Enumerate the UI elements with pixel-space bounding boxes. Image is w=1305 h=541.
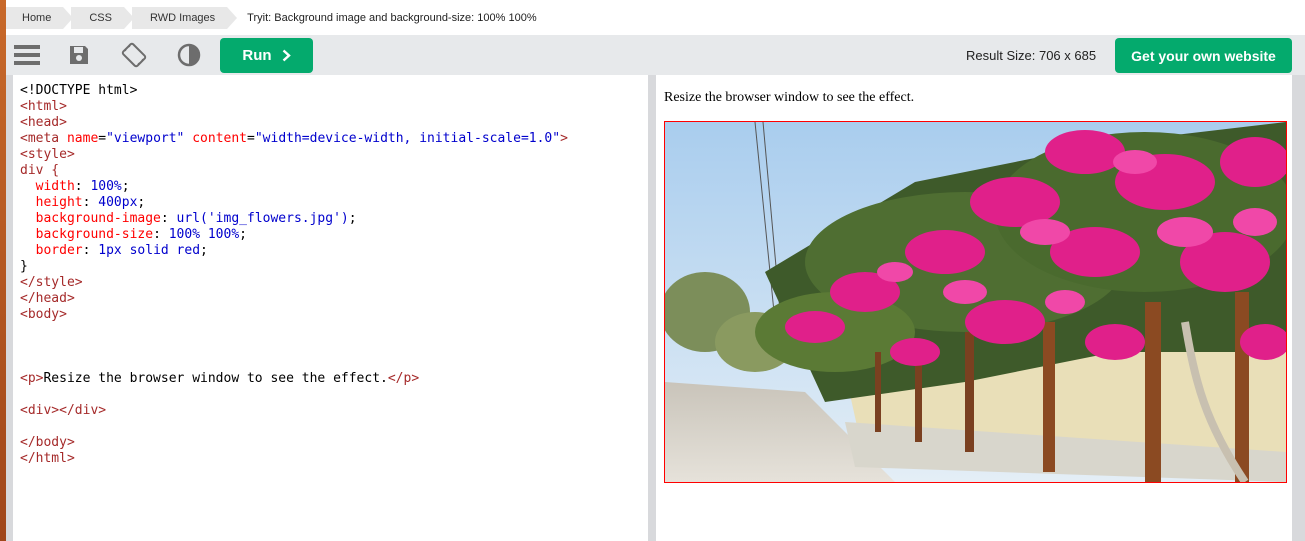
contrast-icon[interactable] xyxy=(174,41,204,69)
result-paragraph: Resize the browser window to see the eff… xyxy=(664,90,915,105)
rotate-icon[interactable] xyxy=(119,41,149,69)
breadcrumb-current: Tryit: Background image and background-s… xyxy=(247,11,537,24)
run-button[interactable]: Run xyxy=(220,38,313,73)
code-text[interactable]: <!DOCTYPE html> <html> <head> <meta name… xyxy=(13,75,648,467)
breadcrumb-home[interactable]: Home xyxy=(6,6,76,29)
breadcrumb: Home CSS RWD Images Tryit: Background im… xyxy=(6,0,1305,35)
save-icon[interactable] xyxy=(64,41,94,69)
flowers-background-div xyxy=(664,121,1287,483)
flowers-image xyxy=(665,122,1286,482)
breadcrumb-rwd-images[interactable]: RWD Images xyxy=(131,6,240,29)
breadcrumb-css[interactable]: CSS xyxy=(71,6,136,29)
window-edge xyxy=(0,0,6,541)
code-editor[interactable]: <!DOCTYPE html> <html> <head> <meta name… xyxy=(13,75,648,541)
pane-divider[interactable] xyxy=(648,75,656,541)
get-website-button[interactable]: Get your own website xyxy=(1115,38,1292,73)
result-size-label: Result Size: 706 x 685 xyxy=(966,48,1097,63)
result-frame: Resize the browser window to see the eff… xyxy=(656,75,1292,541)
chevron-right-icon xyxy=(282,49,291,62)
toolbar: Run Result Size: 706 x 685 Get your own … xyxy=(6,35,1305,75)
run-label: Run xyxy=(242,47,272,64)
menu-icon[interactable] xyxy=(12,41,42,69)
